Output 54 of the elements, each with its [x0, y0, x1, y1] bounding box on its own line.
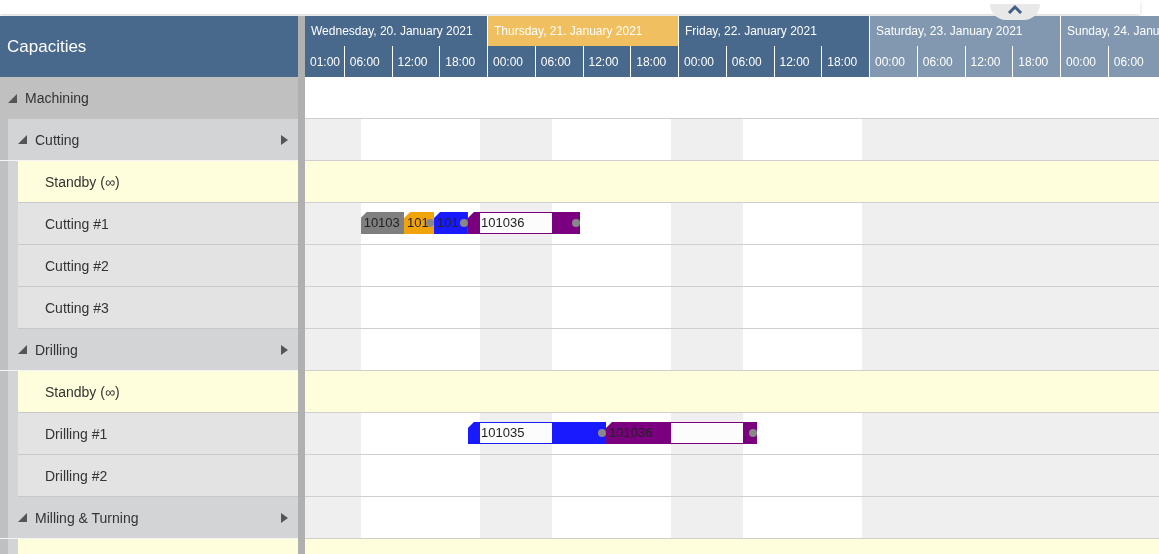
task-label: 101 [407, 214, 429, 232]
hour-header: 06:00 [1112, 53, 1145, 71]
expander-icon[interactable] [8, 93, 17, 103]
day-header: Friday, 22. January 2021 [684, 23, 818, 40]
resource-label: Drilling #1 [45, 426, 108, 442]
chevron-up-icon [1007, 4, 1023, 14]
resource-row[interactable]: Cutting #2 [0, 245, 298, 287]
task-label: 101036 [481, 214, 525, 232]
resource-row[interactable]: Cutting #3 [0, 287, 298, 329]
task-label: 101036 [609, 424, 653, 442]
submenu-arrow-icon[interactable] [281, 513, 288, 523]
day-header: Wednesday, 20. January 2021 [310, 23, 474, 40]
resource-label: Cutting #2 [45, 258, 109, 274]
column-header: Capacities [0, 16, 298, 77]
group-label: Drilling [35, 341, 78, 358]
hour-header: 18:00 [826, 53, 859, 71]
resource-label: Drilling #2 [45, 468, 108, 484]
hour-header: 18:00 [635, 53, 668, 71]
resource-row[interactable]: Drilling #1 [0, 413, 298, 455]
link-dot-icon [426, 219, 435, 227]
link-dot-icon [749, 429, 757, 437]
resource-row[interactable]: Drilling #2 [0, 455, 298, 497]
day-header: Sunday, 24. Janu [1066, 23, 1159, 40]
submenu-arrow-icon[interactable] [281, 345, 288, 355]
task-label: 101035 [481, 424, 525, 442]
link-dot-icon [598, 429, 606, 437]
hour-header: 18:00 [1017, 53, 1050, 71]
day-header: Saturday, 23. January 2021 [875, 23, 1024, 40]
resource-row[interactable]: Cutting #1 [0, 203, 298, 245]
resource-row[interactable]: Standby (∞) [0, 371, 298, 413]
group-row[interactable]: Cutting [0, 119, 298, 161]
task-bar[interactable]: 101 [404, 212, 435, 234]
hour-header: 18:00 [444, 53, 477, 71]
expander-icon[interactable] [18, 135, 27, 144]
resource-label: Cutting #1 [45, 216, 109, 232]
scroll-up-tab[interactable] [990, 4, 1040, 20]
group-label: Machining [25, 90, 89, 106]
resource-label: Standby (∞) [45, 384, 120, 400]
group-label: Cutting [35, 131, 80, 148]
group-row[interactable]: Milling & Turning [0, 497, 298, 539]
task-bar[interactable]: 101035 [467, 422, 606, 444]
expander-icon[interactable] [18, 513, 27, 522]
expander-icon[interactable] [18, 345, 27, 354]
link-dot-icon [459, 219, 468, 227]
resource-row[interactable]: Standby (∞) [0, 161, 298, 203]
day-header: Thursday, 21. January 2021 [488, 16, 678, 46]
submenu-arrow-icon[interactable] [281, 135, 288, 145]
link-dot-icon [572, 219, 581, 227]
group-row[interactable]: Drilling [0, 329, 298, 371]
group-label: Milling & Turning [35, 509, 139, 526]
task-label: 101 [437, 214, 459, 232]
resource-label: Standby (∞) [45, 174, 120, 190]
resource-label: Cutting #3 [45, 300, 109, 316]
task-bar[interactable]: 101036 [467, 212, 581, 234]
